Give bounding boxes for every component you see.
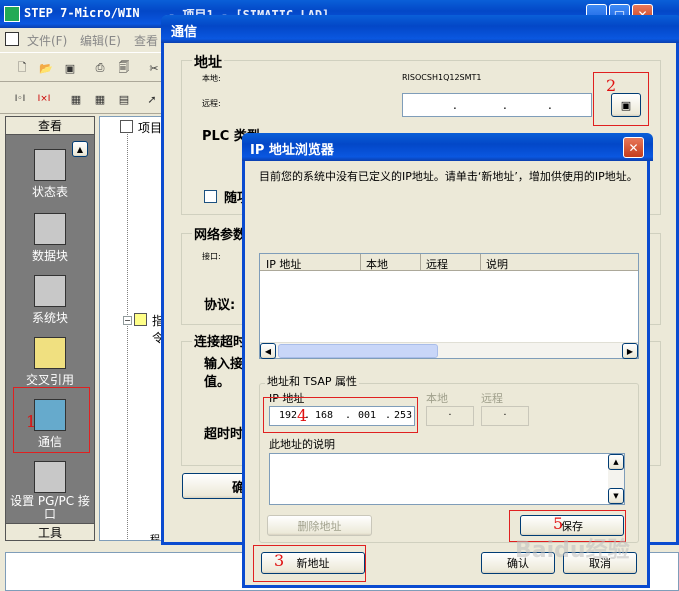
input-label: 输入接: [204, 357, 244, 372]
interface-label: 接口:: [202, 252, 221, 261]
address-description-label: 此地址的说明: [269, 438, 335, 451]
comm-title: 通信: [171, 25, 198, 40]
unforce-icon[interactable]: I×I: [34, 89, 54, 109]
annotation-4: 4: [297, 406, 308, 425]
cross-reference-icon: [34, 337, 66, 369]
scroll-down-icon[interactable]: ▼: [608, 488, 624, 504]
tree-expand[interactable]: −: [123, 316, 132, 325]
highlight-ip-input: [263, 397, 418, 433]
annotation-3: 3: [274, 551, 285, 570]
desc-vscroll[interactable]: ▲ ▼: [608, 454, 624, 504]
local-value: RISOCSH1Q12SMT1: [402, 73, 482, 82]
remote-tsap-input: .: [481, 406, 529, 426]
nav-cross-reference-label: 交叉引用: [25, 373, 74, 387]
arrow-tool-icon[interactable]: ➚: [142, 89, 162, 109]
ip-browser-title-bar: IP 地址浏览器 ✕: [242, 133, 653, 161]
nav-bar: 查看 ▲ 状态表 数据块 系统块 交叉引用 通信 设置 PG/PC 接口 工具: [5, 116, 95, 541]
remote-label: 远程:: [202, 99, 221, 108]
nav-system-block[interactable]: 系统块: [6, 275, 94, 326]
col-local[interactable]: 本地: [366, 256, 388, 272]
ip-dot: .: [453, 98, 457, 112]
delete-address-label: 删除地址: [297, 519, 342, 533]
data-block-icon: [34, 213, 66, 245]
new-file-icon[interactable]: 🗋: [12, 58, 32, 78]
scroll-up-icon[interactable]: ▲: [608, 454, 624, 470]
instruction-tree: 项目 − 指令 程序块: [99, 116, 169, 541]
highlight-communication: [13, 387, 90, 453]
scroll-left-icon[interactable]: ◀: [260, 343, 276, 359]
app-icon: [4, 6, 20, 22]
protocol-label: 协议:: [204, 298, 236, 313]
project-icon: [120, 120, 133, 133]
highlight-ip-browse: [593, 72, 649, 126]
status-chart-icon: [34, 149, 66, 181]
col-divider: [360, 254, 361, 271]
tsap-group-title: 地址和 TSAP 属性: [265, 373, 360, 389]
open-folder-icon[interactable]: 📂: [36, 58, 56, 78]
ip-dot: .: [503, 98, 507, 112]
remote-ip-field[interactable]: . . .: [402, 93, 592, 117]
ip-dot: .: [548, 98, 552, 112]
network-group-title: 网络参数: [192, 224, 249, 243]
nav-data-block-label: 数据块: [31, 249, 68, 263]
nav-footer[interactable]: 工具: [6, 523, 94, 540]
read-all-icon[interactable]: ▦: [90, 89, 110, 109]
comm-title-bar: 通信: [161, 15, 679, 43]
nav-cross-reference[interactable]: 交叉引用: [6, 337, 94, 388]
local-label: 本地:: [202, 74, 221, 83]
menu-view[interactable]: 查看: [134, 32, 158, 49]
highlight-new-address: [253, 545, 366, 582]
save-icon[interactable]: ▣: [60, 58, 80, 78]
col-ip[interactable]: IP 地址: [266, 256, 301, 272]
timeout-group-title: 连接超时: [192, 331, 249, 350]
nav-set-pgpc-label: 设置 PG/PC 接口: [10, 494, 90, 521]
col-divider: [480, 254, 481, 271]
col-remote[interactable]: 远程: [426, 256, 448, 272]
nav-system-block-label: 系统块: [31, 311, 68, 325]
nav-status-chart-label: 状态表: [31, 185, 68, 199]
address-description-input[interactable]: ▲ ▼: [269, 453, 625, 505]
ip-browser-title: IP 地址浏览器: [250, 143, 334, 158]
ip-browser-description: 目前您的系统中没有已定义的IP地址。请单击‘新地址’，增加供使用的IP地址。: [259, 170, 638, 183]
random-checkbox[interactable]: [204, 190, 217, 203]
system-block-icon: [34, 275, 66, 307]
nav-header: 查看: [6, 117, 94, 135]
main-title: STEP 7-Micro/WIN: [24, 6, 140, 20]
pgpc-interface-icon: [34, 461, 66, 493]
col-description[interactable]: 说明: [486, 256, 508, 272]
local-tsap-input: .: [426, 406, 474, 426]
ip-browser-close-button[interactable]: ✕: [623, 137, 644, 158]
ip-list-header: IP 地址 本地 远程 说明: [260, 254, 638, 271]
print-preview-icon[interactable]: 🗐: [114, 58, 134, 78]
nav-set-pgpc[interactable]: 设置 PG/PC 接口: [6, 461, 94, 521]
tree-project[interactable]: 项目: [138, 119, 162, 136]
print-icon[interactable]: ⎙: [90, 58, 110, 78]
annotation-2: 2: [606, 76, 617, 95]
delete-address-button[interactable]: 删除地址: [267, 515, 372, 536]
baidu-watermark: Baidu经验: [515, 538, 630, 563]
annotation-1: 1: [26, 412, 37, 431]
menu-edit[interactable]: 编辑(E): [80, 32, 121, 49]
doc-icon: [5, 32, 19, 46]
nav-data-block[interactable]: 数据块: [6, 213, 94, 264]
scroll-thumb[interactable]: [278, 344, 438, 358]
value-label: 值。: [204, 375, 231, 390]
ip-list-hscroll[interactable]: ◀ ▶: [260, 342, 638, 359]
instructions-icon: [134, 313, 147, 326]
annotation-5: 5: [553, 514, 564, 533]
force-icon[interactable]: I◦I: [10, 89, 30, 109]
menu-file[interactable]: 文件(F): [27, 32, 67, 49]
status-chart-icon[interactable]: ▦: [66, 89, 86, 109]
col-divider: [420, 254, 421, 271]
nav-status-chart[interactable]: 状态表: [6, 149, 94, 200]
grid-icon[interactable]: ▤: [114, 89, 134, 109]
remote-tsap-label: 远程: [481, 392, 503, 405]
local-tsap-label: 本地: [426, 392, 448, 405]
timeout-label: 超时时: [204, 427, 244, 442]
address-group-title: 地址: [192, 52, 224, 72]
scroll-right-icon[interactable]: ▶: [622, 343, 638, 359]
ip-list[interactable]: IP 地址 本地 远程 说明 ◀ ▶: [259, 253, 639, 359]
